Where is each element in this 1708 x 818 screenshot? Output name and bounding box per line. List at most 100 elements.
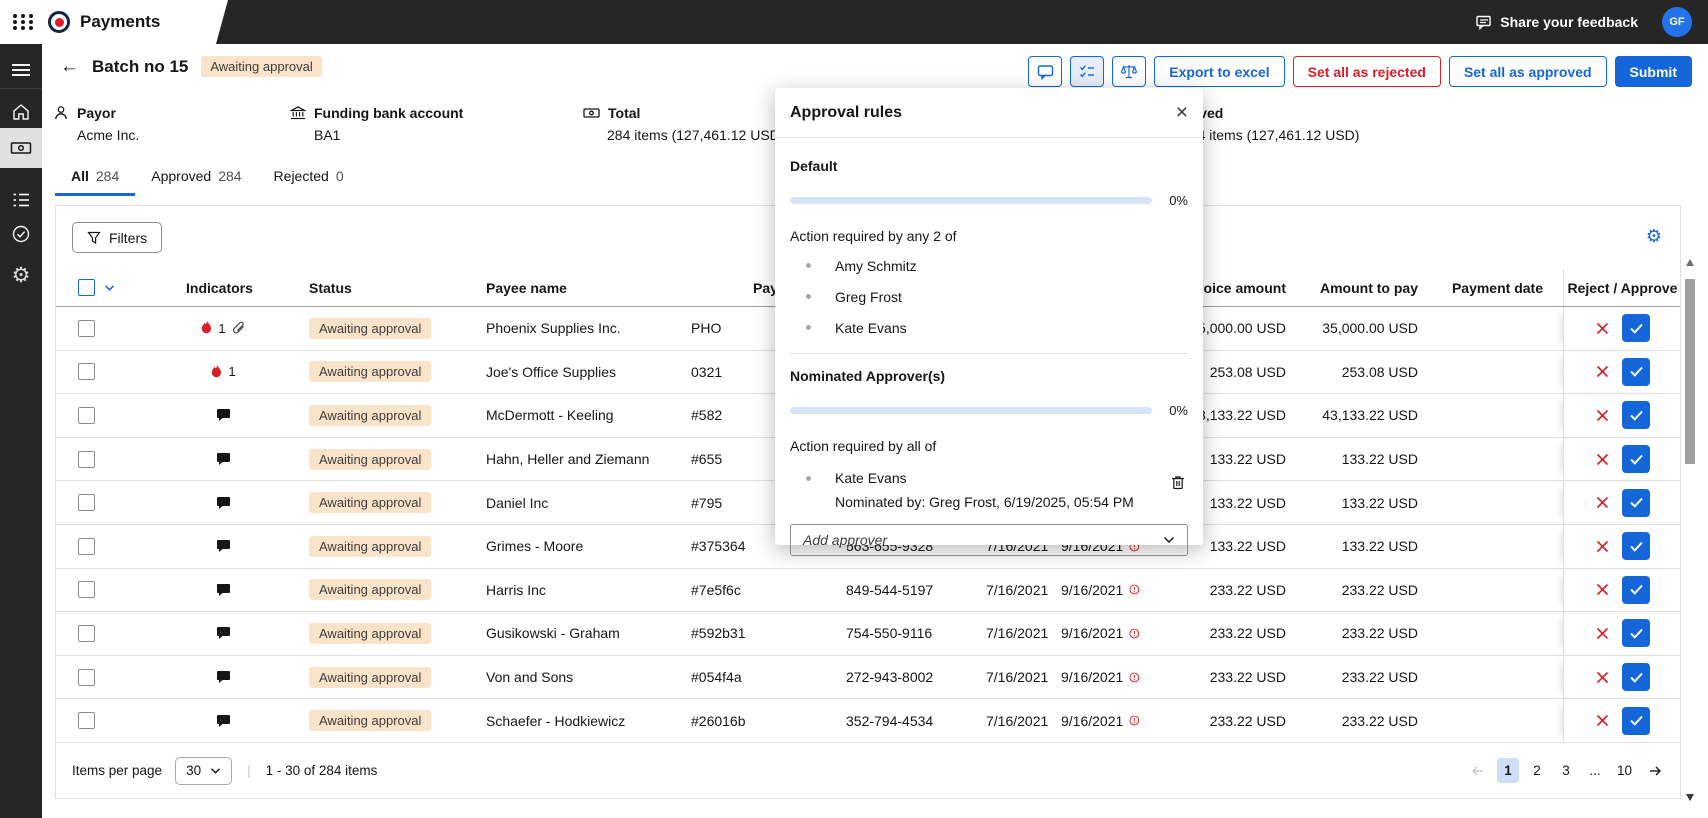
approve-button[interactable] (1622, 575, 1650, 604)
tab[interactable]: Approved 284 (135, 163, 257, 196)
filters-button[interactable]: Filters (72, 222, 163, 253)
scroll-down-arrow[interactable] (1685, 794, 1694, 801)
row-checkbox[interactable] (78, 363, 95, 381)
sidebar-item-home[interactable] (0, 95, 42, 129)
set-all-rejected-button[interactable]: Set all as rejected (1292, 56, 1441, 87)
pay-ref-cell: #592b31 (691, 625, 746, 642)
tab[interactable]: Rejected 0 (258, 163, 360, 196)
comment-indicator-icon (216, 671, 230, 684)
banknote-icon (583, 108, 600, 118)
reject-button[interactable] (1595, 582, 1610, 597)
progress-bar (790, 407, 1152, 414)
row-checkbox[interactable] (78, 668, 95, 686)
approve-button[interactable] (1622, 706, 1650, 735)
progress-percent: 0% (1169, 193, 1188, 208)
rules-scales-button[interactable] (1112, 56, 1147, 87)
reject-button[interactable] (1595, 713, 1610, 728)
row-checkbox[interactable] (78, 624, 95, 642)
reject-approve-cell (1563, 699, 1681, 742)
approve-button[interactable] (1622, 619, 1650, 648)
delete-approver-button[interactable] (1170, 474, 1186, 491)
reject-button[interactable] (1595, 364, 1610, 379)
page-number-button[interactable]: 1 (1496, 758, 1519, 783)
col-status: Status (309, 279, 352, 296)
comments-button[interactable] (1028, 56, 1063, 87)
page-number-button[interactable]: ... (1584, 758, 1606, 783)
indicators-cell (194, 408, 252, 422)
approve-button[interactable] (1622, 532, 1650, 561)
reject-button[interactable] (1595, 539, 1610, 554)
reject-button[interactable] (1595, 408, 1610, 423)
page-number-button[interactable]: 3 (1555, 758, 1577, 783)
sidebar-item-settings[interactable]: ⚙ (0, 258, 42, 292)
reject-button[interactable] (1595, 452, 1610, 467)
page-number-button[interactable]: 10 (1613, 758, 1636, 783)
row-checkbox[interactable] (78, 712, 95, 730)
row-checkbox[interactable] (78, 537, 95, 555)
sidebar-item-list[interactable] (0, 183, 42, 217)
row-checkbox[interactable] (78, 581, 95, 599)
close-icon[interactable]: × (1176, 102, 1188, 123)
approval-rules-button[interactable] (1070, 56, 1105, 87)
sidebar-item-approvals[interactable] (0, 217, 42, 251)
table-settings-button[interactable]: ⚙ (1638, 220, 1670, 252)
reject-button[interactable] (1595, 495, 1610, 510)
row-status-badge: Awaiting approval (309, 492, 432, 514)
tab[interactable]: All 284 (55, 163, 136, 196)
sidebar-item-payments[interactable] (0, 128, 42, 168)
page-number-button[interactable]: 2 (1526, 758, 1548, 783)
export-excel-button[interactable]: Export to excel (1154, 56, 1285, 87)
account-cell: 272-943-8002 (846, 669, 934, 686)
paperclip-icon (232, 321, 244, 334)
x-icon (1596, 715, 1609, 727)
payee-name-cell: Grimes - Moore (486, 538, 584, 555)
trash-icon (1172, 476, 1184, 490)
approve-button[interactable] (1622, 314, 1650, 343)
scrollbar-thumb[interactable] (1685, 279, 1695, 464)
rule-section-heading: Default (790, 158, 838, 174)
prev-page-arrow-icon[interactable] (1470, 764, 1486, 778)
approve-button[interactable] (1622, 401, 1650, 430)
reject-button[interactable] (1595, 626, 1610, 641)
approve-button[interactable] (1622, 357, 1650, 386)
reject-approve-cell (1563, 394, 1681, 437)
page-size-select[interactable]: 30 (175, 756, 233, 785)
col-payment-date: Payment date (1451, 279, 1543, 296)
approve-button[interactable] (1622, 445, 1650, 474)
approve-button[interactable] (1622, 488, 1650, 517)
share-feedback-button[interactable]: Share your feedback (1476, 0, 1638, 44)
reject-button[interactable] (1595, 670, 1610, 685)
due-date-cell: 9/16/2021 (1061, 625, 1156, 641)
invoice-amount-cell: 233.22 USD (1209, 581, 1286, 598)
row-checkbox[interactable] (78, 319, 95, 337)
summary-payor: Payor Acme Inc. (53, 105, 139, 143)
summary-value: BA1 (314, 127, 341, 143)
vertical-scrollbar[interactable] (1683, 255, 1697, 811)
menu-icon[interactable] (0, 53, 42, 87)
payee-name-cell: Joe's Office Supplies (486, 363, 617, 380)
chevron-down-icon[interactable] (104, 284, 115, 292)
items-per-page-label: Items per page (72, 763, 163, 778)
row-checkbox[interactable] (78, 406, 95, 424)
add-approver-select[interactable]: Add approver (790, 524, 1188, 556)
set-all-approved-button[interactable]: Set all as approved (1448, 56, 1607, 87)
check-icon (1629, 323, 1643, 334)
status-tabs: All 284 Approved 284 Rejected 0 (55, 163, 360, 196)
approve-button[interactable] (1622, 663, 1650, 692)
select-all-checkbox[interactable] (78, 279, 95, 296)
add-approver-placeholder: Add approver (803, 532, 888, 548)
row-checkbox[interactable] (78, 494, 95, 512)
user-avatar[interactable]: GF (1662, 7, 1692, 37)
row-checkbox[interactable] (78, 450, 95, 468)
submit-button[interactable]: Submit (1614, 56, 1692, 87)
scroll-up-arrow[interactable] (1686, 259, 1694, 266)
reject-button[interactable] (1595, 321, 1610, 336)
back-arrow-icon[interactable]: ← (60, 57, 79, 76)
modal-header: Approval rules × (775, 88, 1203, 138)
table-row: Awaiting approval Gusikowski - Graham #5… (56, 612, 1680, 656)
next-page-arrow-icon[interactable] (1647, 764, 1663, 778)
progress-row: 0% (790, 403, 1188, 418)
page-title: Batch no 15 (92, 56, 189, 76)
tab-label: Rejected (273, 168, 329, 184)
app-switcher-icon[interactable] (13, 14, 35, 30)
